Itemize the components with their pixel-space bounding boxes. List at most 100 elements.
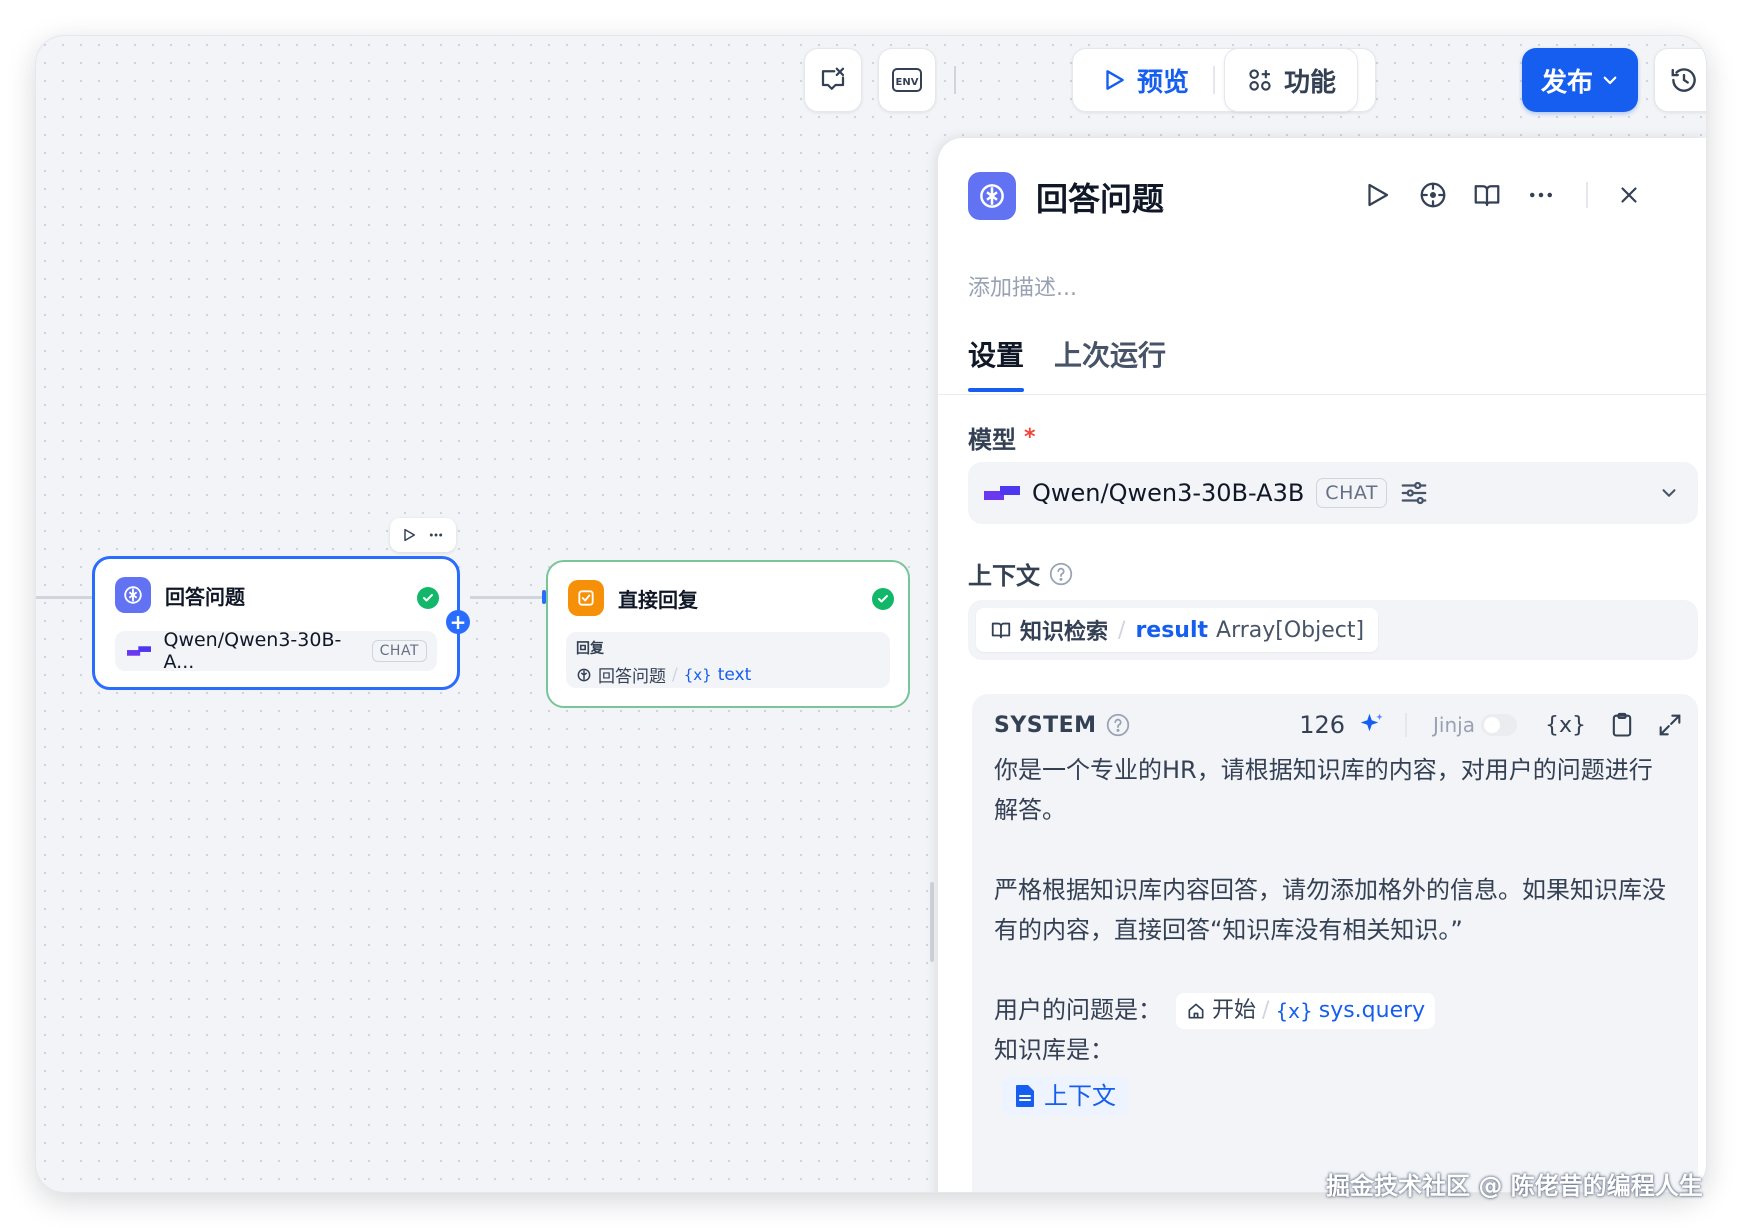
context-selector[interactable]: 知识检索 / result Array[Object] [968, 600, 1698, 660]
context-label: 上下文 [968, 562, 1040, 590]
node-mini-toolbar [390, 518, 456, 552]
prompt-line [994, 950, 1674, 990]
sparkle-icon[interactable] [1357, 710, 1387, 740]
llm-node[interactable]: 回答问题 Qwen/Qwen3-30B-A... CHAT [92, 556, 460, 690]
workflow-window: ENV 预览 功能 发布 回答问题 Qwen/Qwen3-30B-A... CH… [36, 36, 1706, 1192]
target-icon[interactable] [1418, 180, 1448, 210]
reply-ref-sep: / [672, 664, 678, 685]
close-icon[interactable] [1616, 182, 1642, 208]
add-next-node-button[interactable]: + [446, 610, 470, 634]
answer-node-title: 直接回复 [618, 587, 698, 612]
context-type: Array[Object] [1216, 617, 1365, 643]
answer-reply-box: 回复 回答问题 / {x} text [566, 632, 890, 688]
env-button[interactable]: ENV [878, 48, 936, 112]
header-divider [1405, 713, 1408, 737]
llm-node-icon [115, 577, 151, 613]
insert-variable-button[interactable]: {x} [1545, 713, 1586, 738]
publish-button[interactable]: 发布 [1522, 48, 1638, 112]
chevron-down-icon[interactable] [1658, 482, 1680, 504]
reply-ref-var: text [717, 664, 752, 685]
brain-icon [577, 668, 591, 681]
more-icon[interactable] [426, 527, 446, 543]
more-icon[interactable] [1526, 180, 1556, 210]
required-mark: * [1024, 425, 1036, 450]
history-button[interactable] [1654, 48, 1706, 112]
file-icon [1016, 1085, 1034, 1107]
kb-prefix: 知识库是： [994, 1036, 1114, 1064]
preview-label: 预览 [1137, 67, 1190, 98]
reply-icon [578, 590, 594, 606]
help-icon[interactable] [1105, 712, 1131, 738]
llm-node-title: 回答问题 [165, 584, 245, 609]
prompt-kb-chip-line: 上下文 [994, 1070, 1674, 1120]
settings-sliders-icon[interactable] [1399, 478, 1429, 508]
system-prompt-header: SYSTEM 126 Jinja {x} [994, 710, 1684, 740]
answer-node-header: 直接回复 [568, 580, 698, 616]
description-input[interactable]: 添加描述... [968, 270, 1077, 302]
help-icon[interactable] [1048, 561, 1074, 587]
clipboard-icon[interactable] [1608, 711, 1636, 739]
tab-last-run[interactable]: 上次运行 [1054, 334, 1166, 392]
context-field-label: 上下文 [968, 556, 1074, 591]
context-chip-label: 上下文 [1044, 1082, 1116, 1110]
context-sep: / [1118, 617, 1126, 643]
brain-icon [980, 184, 1004, 208]
context-chip[interactable]: 上下文 [1002, 1076, 1128, 1116]
chevron-down-icon [1603, 76, 1617, 85]
variable-icon: {x} [683, 665, 712, 684]
query-node: 开始 [1212, 998, 1257, 1023]
watermark: 掘金技术社区 @ 陈佬昔的编程人生 [1326, 1172, 1703, 1200]
brain-icon [124, 586, 142, 604]
toolbar-divider [954, 66, 956, 94]
query-prefix: 用户的问题是： [994, 996, 1162, 1024]
chat-x-icon [821, 67, 845, 90]
system-prompt-editor: SYSTEM 126 Jinja {x} 你是一个专业的HR，请根据知识库的内容… [972, 694, 1698, 1192]
panel-header-actions [1362, 180, 1642, 210]
tabs-divider [938, 394, 1706, 395]
edge-in [36, 596, 92, 599]
book-icon[interactable] [1472, 180, 1502, 210]
play-icon[interactable] [401, 527, 417, 543]
model-name: Qwen/Qwen3-30B-A3B [1032, 479, 1305, 507]
prompt-line: 你是一个专业的HR，请根据知识库的内容，对用户的问题进行解答。 [994, 756, 1653, 824]
preview-button[interactable]: 预览 [1101, 62, 1189, 99]
model-provider-icon [127, 646, 152, 656]
prompt-query-line: 用户的问题是： 开始 / {x} sys.query [994, 990, 1674, 1030]
prompt-line [994, 830, 1674, 870]
answer-node[interactable]: 直接回复 回复 回答问题 / {x} text [546, 560, 910, 708]
features-label: 功能 [1283, 67, 1336, 98]
token-count: 126 [1299, 711, 1346, 739]
variable-icon: {x} [1275, 999, 1313, 1023]
features-button[interactable]: 功能 [1224, 48, 1358, 112]
publish-label: 发布 [1540, 67, 1593, 98]
panel-node-icon [968, 172, 1016, 220]
model-select[interactable]: Qwen/Qwen3-30B-A3B CHAT [968, 462, 1698, 524]
expand-icon[interactable] [1656, 711, 1684, 739]
env-icon: ENV [892, 68, 922, 92]
query-var: sys.query [1318, 998, 1426, 1023]
success-check-icon [417, 587, 439, 609]
tab-settings[interactable]: 设置 [968, 334, 1025, 392]
edge-llm-to-answer [470, 596, 546, 599]
apps-icon [1249, 69, 1271, 91]
prompt-line: 严格根据知识库内容回答，请勿添加格外的信息。如果知识库没有的内容，直接回答“知识… [994, 876, 1666, 944]
comment-button[interactable] [804, 48, 862, 112]
query-variable-chip[interactable]: 开始 / {x} sys.query [1176, 993, 1436, 1029]
book-icon [991, 622, 1011, 639]
system-title: SYSTEM [994, 712, 1097, 738]
llm-node-model: Qwen/Qwen3-30B-A... CHAT [115, 629, 437, 673]
context-node: 知识检索 [1020, 620, 1109, 645]
system-prompt-text[interactable]: 你是一个专业的HR，请根据知识库的内容，对用户的问题进行解答。 严格根据知识库内… [994, 750, 1674, 1120]
panel-resize-handle[interactable] [930, 882, 934, 962]
answer-node-icon [568, 580, 604, 616]
panel-title[interactable]: 回答问题 [1036, 174, 1164, 220]
run-node-icon[interactable] [1362, 180, 1392, 210]
chat-badge: CHAT [371, 640, 427, 662]
jinja-toggle[interactable] [1480, 714, 1517, 736]
context-variable-chip[interactable]: 知识检索 / result Array[Object] [976, 608, 1379, 652]
context-var: result [1135, 617, 1209, 643]
prompt-kb-line: 知识库是： [994, 1030, 1674, 1070]
model-provider-icon [984, 486, 1020, 500]
jinja-label: Jinja [1433, 713, 1475, 737]
success-check-icon [872, 588, 894, 610]
